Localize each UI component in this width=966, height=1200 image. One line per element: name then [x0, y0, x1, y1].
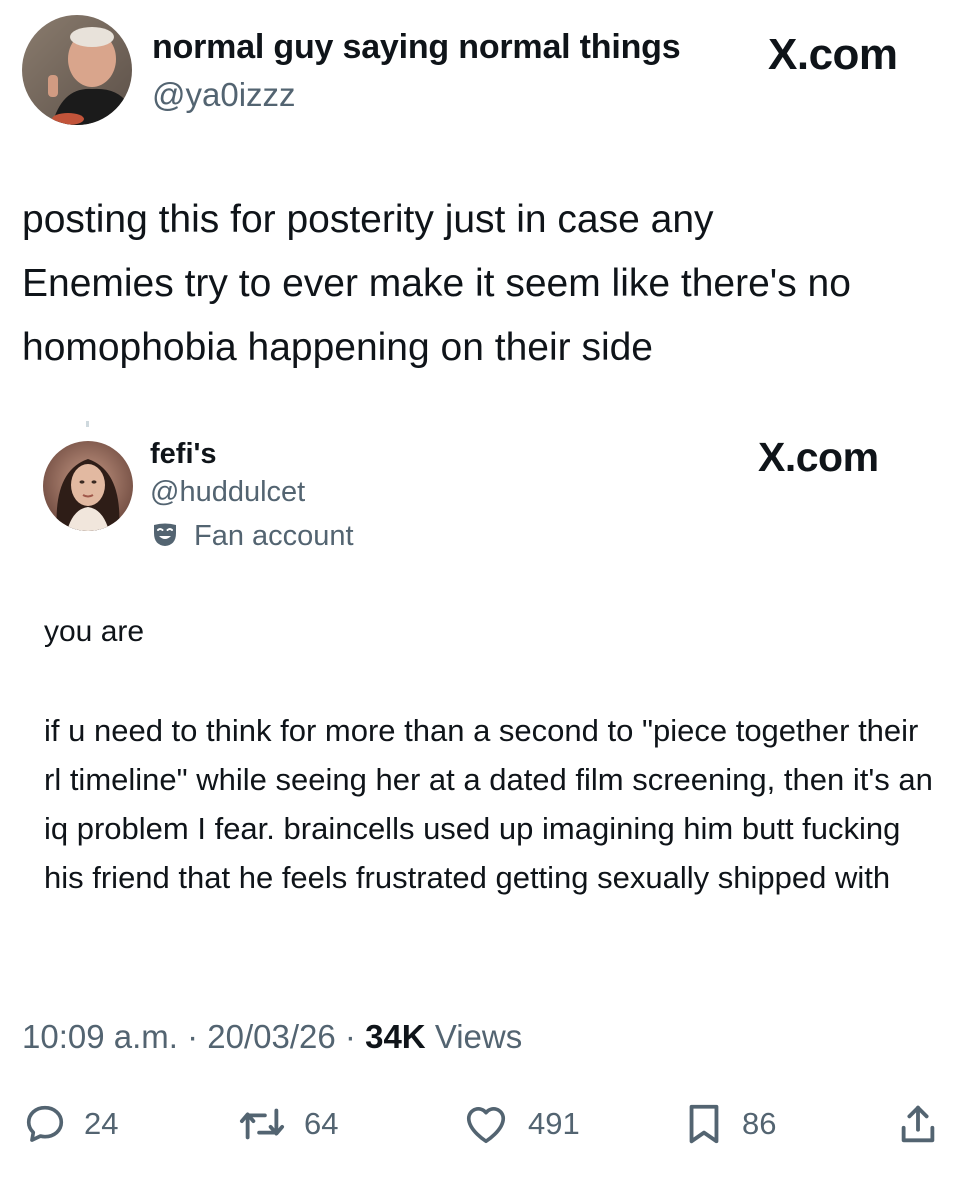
- bookmark-button[interactable]: 86: [682, 1100, 776, 1148]
- quoted-avatar-image: [43, 441, 133, 531]
- quoted-text-line: you are: [44, 615, 145, 648]
- reply-button[interactable]: 24: [22, 1100, 118, 1148]
- theater-mask-icon: [150, 519, 180, 554]
- author-name[interactable]: normal guy saying normal things: [152, 28, 681, 67]
- like-button[interactable]: 491: [460, 1100, 580, 1148]
- share-icon: [896, 1101, 940, 1147]
- quoted-site-watermark: X.com: [758, 434, 879, 481]
- like-count: 491: [528, 1106, 580, 1141]
- author-avatar[interactable]: [22, 15, 132, 125]
- meta-separator: ·: [187, 1018, 199, 1055]
- site-label: X.com: [768, 30, 898, 79]
- quoted-handle[interactable]: @huddulcet: [150, 476, 305, 509]
- reply-count: 24: [84, 1106, 119, 1141]
- repost-count: 64: [304, 1106, 339, 1141]
- repost-button[interactable]: 64: [236, 1100, 338, 1148]
- meta-separator: ·: [344, 1018, 356, 1055]
- quoted-site-label: X.com: [758, 434, 879, 480]
- tweet-text: posting this for posterity just in case …: [22, 198, 851, 369]
- quote-divider-mark: [86, 421, 89, 427]
- tweet-time[interactable]: 10:09 a.m.: [22, 1018, 178, 1055]
- bookmark-count: 86: [742, 1106, 777, 1141]
- views-count[interactable]: 34K: [365, 1018, 426, 1055]
- fan-account-badge: Fan account: [150, 518, 354, 554]
- fan-account-label: Fan account: [194, 519, 354, 552]
- site-watermark: X.com: [768, 30, 898, 80]
- tweet-meta: 10:09 a.m. · 20/03/26 · 34K Views: [22, 1018, 522, 1056]
- quoted-text-paragraph: if u need to think for more than a secon…: [44, 713, 933, 895]
- repost-icon: [236, 1101, 288, 1147]
- author-handle[interactable]: @ya0izzz: [152, 76, 296, 114]
- quoted-avatar[interactable]: [43, 441, 133, 531]
- tweet-date[interactable]: 20/03/26: [207, 1018, 335, 1055]
- reply-icon: [22, 1101, 68, 1147]
- quoted-name[interactable]: fefi's: [150, 438, 217, 471]
- views-label[interactable]: Views: [435, 1018, 522, 1055]
- heart-icon: [460, 1101, 512, 1147]
- author-avatar-image: [22, 15, 132, 125]
- share-button[interactable]: [896, 1100, 940, 1148]
- bookmark-icon: [682, 1101, 726, 1147]
